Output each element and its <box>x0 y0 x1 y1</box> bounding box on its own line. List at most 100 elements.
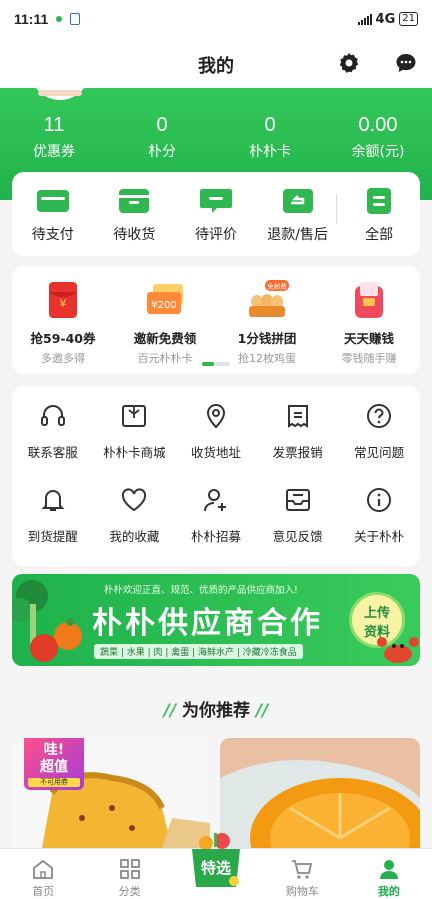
service-address[interactable]: 收货地址 <box>175 402 257 486</box>
service-favorites[interactable]: 我的收藏 <box>94 486 176 570</box>
stat-label: 朴朴卡 <box>249 144 291 160</box>
box-icon <box>119 189 150 213</box>
promo-earn[interactable]: 天天赚钱 零钱随手赚 <box>318 280 420 374</box>
service-arrival-reminder[interactable]: 到货提醒 <box>12 486 94 570</box>
service-card-mall[interactable]: 朴朴卡商城 <box>94 402 176 486</box>
service-label: 联系客服 <box>27 445 78 460</box>
list-icon <box>367 188 392 214</box>
decor-slash-icon: // <box>255 701 269 721</box>
tab-label: 我的 <box>377 885 400 898</box>
page-title: 我的 <box>198 56 234 77</box>
promo-group-buy[interactable]: 免邮费 1分钱拼团 抢12枚鸡蛋 <box>216 280 318 374</box>
deal-badge: 哇! 超值 不可用券 <box>24 738 84 790</box>
tab-label: 首页 <box>32 885 55 898</box>
service-about[interactable]: 关于朴朴 <box>338 486 420 570</box>
upload-line1: 上传 <box>363 606 390 621</box>
crab-illustration <box>377 637 419 663</box>
money-pouch-icon <box>355 282 383 318</box>
banner-categories: 蔬菜 | 水果 | 肉 | 禽蛋 | 海鲜水产 | 冷藏冷冻食品 <box>94 644 303 659</box>
promo-subtitle: 百元朴朴卡 <box>137 352 193 365</box>
service-customer-support[interactable]: 联系客服 <box>12 402 94 486</box>
promo-subtitle: 多邀多得 <box>41 352 85 365</box>
stat-coupons[interactable]: 11 优惠券 <box>0 114 108 161</box>
service-invoice[interactable]: 发票报销 <box>257 402 339 486</box>
badge-line2: 超值 <box>40 759 68 775</box>
badge-note: 不可用券 <box>28 778 80 787</box>
promotions-card: ¥ 抢59-40券 多邀多得 ¥200 邀新免费领 百元朴朴卡 免邮费 1分钱拼… <box>12 266 420 374</box>
tab-label: 分类 <box>118 885 141 898</box>
invoice-icon <box>287 405 308 428</box>
stat-label: 优惠券 <box>33 144 75 160</box>
service-faq[interactable]: 常见问题 <box>338 402 420 486</box>
bottom-tab-bar: 首页 分类 特选 购物车 我的 <box>0 833 432 899</box>
add-user-icon <box>203 489 226 512</box>
status-bar: 11:11 4G 21 <box>0 0 432 38</box>
promo-tag: 免邮费 <box>267 282 287 291</box>
location-icon <box>206 404 225 429</box>
question-icon <box>367 404 392 428</box>
tab-featured[interactable]: 特选 <box>173 833 259 899</box>
service-recruit[interactable]: 朴朴招募 <box>175 486 257 570</box>
home-icon <box>33 859 54 879</box>
order-label: 全部 <box>365 227 394 243</box>
recommend-heading: // 为你推荐 // <box>0 696 432 721</box>
stat-value: 0 <box>264 114 276 136</box>
orange-image <box>220 738 420 848</box>
gift-card-value: ¥200 <box>151 300 176 311</box>
order-pending-review[interactable]: 待评价 <box>175 188 257 244</box>
avatar[interactable] <box>30 88 90 100</box>
tejian-basket-icon: 特选 <box>190 831 242 891</box>
network-type: 4G <box>375 11 396 27</box>
app-notification-icon <box>70 13 81 25</box>
badge-line1: 哇! <box>43 742 65 758</box>
eggs-icon: 免邮费 <box>249 280 289 317</box>
promo-title: 抢59-40券 <box>30 331 96 346</box>
supplier-banner[interactable]: 朴朴欢迎正直、规范、优质的产品供应商加入! 朴朴供应商合作 蔬菜 | 水果 | … <box>12 574 420 666</box>
order-label: 退款/售后 <box>267 227 328 243</box>
service-label: 常见问题 <box>354 445 405 460</box>
order-refund[interactable]: 退款/售后 <box>257 188 339 244</box>
promo-subtitle: 抢12枚鸡蛋 <box>238 352 296 365</box>
settings-gear-icon[interactable] <box>337 51 361 75</box>
info-icon <box>367 488 392 512</box>
stat-balance[interactable]: 0.00 余额(元) <box>324 114 432 161</box>
headset-icon <box>40 405 65 426</box>
cart-icon <box>292 860 313 879</box>
stat-value: 11 <box>43 114 65 136</box>
product-card[interactable] <box>220 738 420 848</box>
tab-home[interactable]: 首页 <box>0 849 86 899</box>
signal-icon <box>357 13 372 25</box>
message-icon[interactable] <box>394 51 418 75</box>
featured-label: 特选 <box>201 859 232 877</box>
order-label: 待收货 <box>113 227 156 243</box>
vegetables-illustration <box>12 580 82 662</box>
promo-title: 天天赚钱 <box>343 331 394 346</box>
order-pending-receipt[interactable]: 待收货 <box>94 188 176 244</box>
tab-category[interactable]: 分类 <box>86 849 172 899</box>
promo-title: 邀新免费领 <box>133 331 197 346</box>
comment-icon <box>199 189 232 213</box>
order-pending-payment[interactable]: 待支付 <box>12 188 94 244</box>
battery-level: 21 <box>402 13 415 24</box>
service-feedback[interactable]: 意见反馈 <box>257 486 339 570</box>
order-all[interactable]: 全部 <box>336 188 420 244</box>
service-label: 到货提醒 <box>27 529 78 544</box>
red-envelope-icon: ¥ <box>49 282 77 318</box>
stat-cards[interactable]: 0 朴朴卡 <box>216 114 324 161</box>
person-icon <box>379 860 398 879</box>
service-label: 关于朴朴 <box>354 529 405 544</box>
battery-icon: 21 <box>399 12 418 26</box>
gift-icon <box>122 405 147 427</box>
heart-icon <box>122 488 147 512</box>
promo-coupon[interactable]: ¥ 抢59-40券 多邀多得 <box>12 280 114 374</box>
tab-mine[interactable]: 我的 <box>346 849 432 899</box>
tab-cart[interactable]: 购物车 <box>259 849 345 899</box>
services-card: 联系客服 朴朴卡商城 收货地址 发票报销 常见问题 到货提醒 我的收藏 朴朴招募… <box>12 386 420 566</box>
wallet-icon <box>36 190 69 212</box>
tab-label: 购物车 <box>285 885 319 898</box>
service-label: 我的收藏 <box>109 529 160 544</box>
promo-invite[interactable]: ¥200 邀新免费领 百元朴朴卡 <box>114 280 216 374</box>
stat-points[interactable]: 0 朴分 <box>108 114 216 161</box>
order-label: 待支付 <box>31 227 74 243</box>
product-card[interactable]: 哇! 超值 不可用券 <box>12 738 210 848</box>
